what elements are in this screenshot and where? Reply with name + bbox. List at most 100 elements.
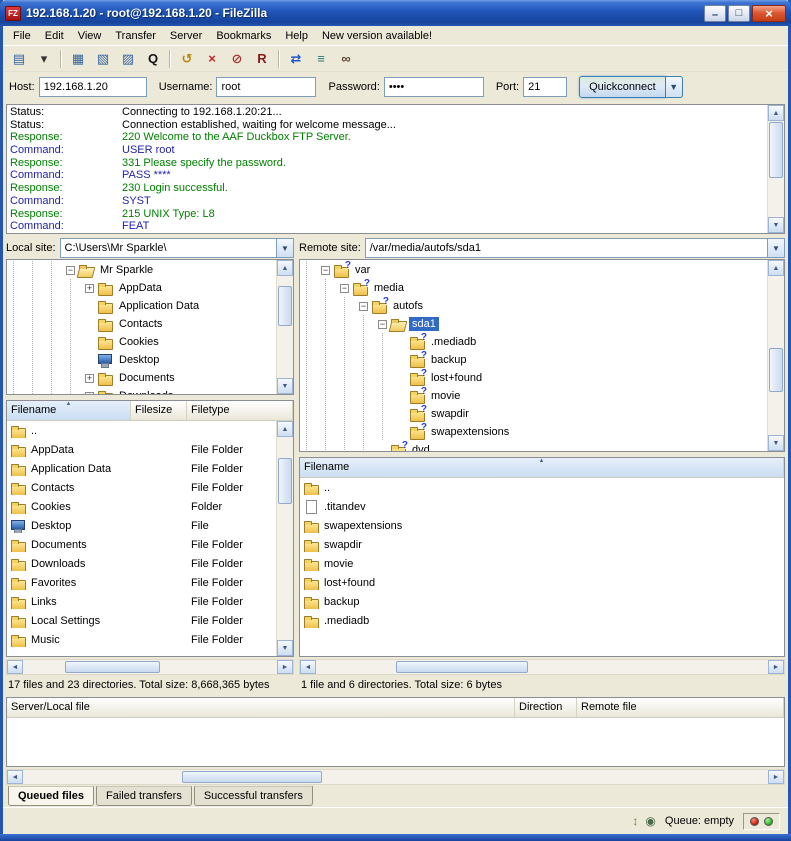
scroll-left-button[interactable] [7,770,23,784]
tree-item-swapdir[interactable]: ?swapdir [302,405,766,423]
file-row-links[interactable]: LinksFile Folder [7,592,276,611]
file-row-titandev[interactable]: .titandev [300,497,784,516]
menu-item-bookmarks[interactable]: Bookmarks [209,27,278,45]
menu-item-view[interactable]: View [71,27,109,45]
find-files-icon[interactable]: ∞ [334,48,358,70]
column-header-filename[interactable]: Filename [7,401,131,420]
scroll-thumb[interactable] [769,348,783,392]
column-header-filesize[interactable]: Filesize [131,401,187,420]
file-row-desktop[interactable]: DesktopFile [7,516,276,535]
password-input[interactable] [384,77,484,97]
scroll-down-button[interactable] [277,640,293,656]
remote-tree-vertical-scrollbar[interactable] [767,260,784,451]
tree-item-desktop[interactable]: Desktop [9,351,275,369]
scroll-up-button[interactable] [768,105,784,121]
scroll-left-button[interactable] [300,660,316,674]
speed-limits-icon[interactable]: ↕ [632,814,638,828]
scroll-left-button[interactable] [7,660,23,674]
host-input[interactable] [39,77,147,97]
scroll-up-button[interactable] [277,260,293,276]
column-header-filename[interactable]: Filename [300,458,784,477]
scroll-right-button[interactable] [768,770,784,784]
file-row-appdata[interactable]: AppDataFile Folder [7,440,276,459]
refresh-icon[interactable]: ↺ [175,48,199,70]
file-row-cookies[interactable]: CookiesFolder [7,497,276,516]
menu-item-edit[interactable]: Edit [38,27,71,45]
file-row-swapextensions[interactable]: swapextensions [300,516,784,535]
scroll-down-button[interactable] [277,378,293,394]
local-tree-vertical-scrollbar[interactable] [276,260,293,394]
menu-item-new-version-available[interactable]: New version available! [315,27,439,45]
combobox-dropdown-icon[interactable]: ▼ [767,239,784,257]
tree-item-contacts[interactable]: Contacts [9,315,275,333]
file-row-movie[interactable]: movie [300,554,784,573]
column-header-filetype[interactable]: Filetype [187,401,293,420]
file-row-documents[interactable]: DocumentsFile Folder [7,535,276,554]
tree-item-sda1[interactable]: −sda1 [302,315,766,333]
scroll-thumb[interactable] [278,286,292,326]
minimize-button[interactable] [704,5,726,22]
tab-queued-files[interactable]: Queued files [8,786,94,806]
collapse-box-icon[interactable]: − [340,284,349,293]
toggle-remote-tree-icon[interactable]: ▨ [116,48,140,70]
file-row-music[interactable]: MusicFile Folder [7,630,276,649]
tree-item-media[interactable]: −?media [302,279,766,297]
scroll-up-button[interactable] [768,260,784,276]
file-row-item[interactable]: .. [300,478,784,497]
file-row-favorites[interactable]: FavoritesFile Folder [7,573,276,592]
local-site-combobox[interactable]: C:\Users\Mr Sparkle\ ▼ [60,238,294,258]
quickconnect-dropdown[interactable]: ▼ [666,76,683,98]
scroll-up-button[interactable] [277,421,293,437]
tree-item-downloads[interactable]: +Downloads [9,387,275,395]
column-header-direction[interactable]: Direction [515,698,577,717]
scroll-right-button[interactable] [768,660,784,674]
queue-horizontal-scrollbar[interactable] [6,769,785,785]
menu-item-server[interactable]: Server [163,27,209,45]
tree-item-mediadb[interactable]: ?.mediadb [302,333,766,351]
expand-box-icon[interactable]: + [85,374,94,383]
file-row-local-settings[interactable]: Local SettingsFile Folder [7,611,276,630]
toggle-log-pane-icon[interactable]: ▦ [66,48,90,70]
tab-failed-transfers[interactable]: Failed transfers [96,786,192,806]
maximize-button[interactable] [728,5,750,22]
collapse-box-icon[interactable]: − [359,302,368,311]
scroll-thumb[interactable] [65,661,160,673]
tree-item-backup[interactable]: ?backup [302,351,766,369]
file-row-application-data[interactable]: Application DataFile Folder [7,459,276,478]
site-manager-dropdown-icon[interactable]: ▾ [32,48,56,70]
local-list-vertical-scrollbar[interactable] [276,421,293,656]
tree-item-cookies[interactable]: Cookies [9,333,275,351]
scroll-down-button[interactable] [768,217,784,233]
scroll-right-button[interactable] [277,660,293,674]
expand-box-icon[interactable]: + [85,284,94,293]
file-row-backup[interactable]: backup [300,592,784,611]
file-row-downloads[interactable]: DownloadsFile Folder [7,554,276,573]
combobox-dropdown-icon[interactable]: ▼ [276,239,293,257]
site-manager-icon[interactable]: ▤ [7,48,31,70]
directory-comparison-icon[interactable]: ⇄ [284,48,308,70]
expand-box-icon[interactable]: + [85,392,94,396]
scroll-thumb[interactable] [182,771,322,783]
directory-comparison-status-icon[interactable]: ◉ [645,814,655,828]
tree-item-application-data[interactable]: Application Data [9,297,275,315]
toggle-queue-icon[interactable]: Q [141,48,165,70]
scroll-thumb[interactable] [396,661,528,673]
file-row-swapdir[interactable]: swapdir [300,535,784,554]
synchronized-browsing-icon[interactable]: ≡ [309,48,333,70]
collapse-box-icon[interactable]: − [378,320,387,329]
scroll-thumb[interactable] [278,458,292,504]
tree-item-autofs[interactable]: −?autofs [302,297,766,315]
column-header-server-local-file[interactable]: Server/Local file [7,698,515,717]
column-header-remote-file[interactable]: Remote file [577,698,784,717]
tree-item-mr-sparkle[interactable]: −Mr Sparkle [9,261,275,279]
scroll-thumb[interactable] [769,122,783,178]
toggle-local-tree-icon[interactable]: ▧ [91,48,115,70]
menu-item-help[interactable]: Help [278,27,315,45]
disconnect-icon[interactable]: ⊘ [225,48,249,70]
log-vertical-scrollbar[interactable] [767,105,784,233]
tree-item-movie[interactable]: ?movie [302,387,766,405]
cancel-icon[interactable]: × [200,48,224,70]
close-button[interactable] [752,5,786,22]
menu-item-transfer[interactable]: Transfer [108,27,163,45]
tree-item-swapextensions[interactable]: ?swapextensions [302,423,766,441]
